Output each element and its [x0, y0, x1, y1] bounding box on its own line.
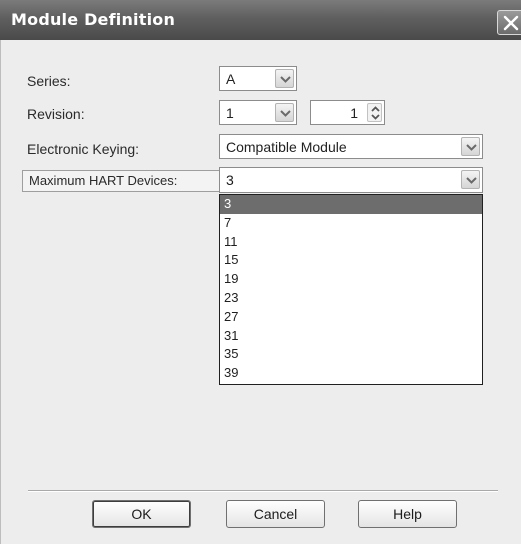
chevron-down-icon [466, 144, 477, 151]
list-item[interactable]: 11 [220, 233, 482, 252]
list-item[interactable]: 19 [220, 270, 482, 289]
close-button[interactable] [497, 10, 521, 35]
help-button[interactable]: Help [358, 500, 457, 528]
ok-button[interactable]: OK [92, 500, 191, 528]
list-item[interactable]: 35 [220, 345, 482, 364]
list-item[interactable]: 31 [220, 327, 482, 346]
window-title: Module Definition [11, 10, 176, 29]
button-separator [28, 490, 498, 492]
revision-label: Revision: [27, 106, 85, 122]
electronic-keying-label: Electronic Keying: [27, 141, 140, 157]
max-hart-devices-value: 3 [226, 172, 234, 188]
revision-major-value: 1 [226, 105, 234, 121]
series-label: Series: [27, 73, 71, 89]
list-item[interactable]: 15 [220, 251, 482, 270]
max-hart-devices-dropdown[interactable]: 3 [219, 167, 483, 193]
revision-major-dropdown-button[interactable] [275, 103, 294, 122]
list-item[interactable]: 39 [220, 364, 482, 383]
cancel-button[interactable]: Cancel [226, 500, 325, 528]
chevron-down-icon [280, 76, 291, 83]
series-dropdown[interactable]: A [219, 66, 297, 91]
list-item[interactable]: 3 [220, 195, 482, 214]
series-dropdown-button[interactable] [275, 69, 294, 88]
chevron-down-icon [466, 177, 477, 184]
spin-up-icon[interactable] [371, 106, 380, 112]
electronic-keying-dropdown[interactable]: Compatible Module [219, 134, 483, 159]
revision-minor-value: 1 [350, 105, 358, 121]
title-bar: Module Definition [0, 0, 521, 40]
chevron-down-icon [280, 110, 291, 117]
close-icon [503, 15, 519, 31]
series-value: A [226, 71, 236, 87]
max-hart-devices-label: Maximum HART Devices: [22, 170, 221, 192]
list-item[interactable]: 23 [220, 289, 482, 308]
max-hart-devices-dropdown-button[interactable] [461, 170, 480, 189]
list-item[interactable]: 27 [220, 308, 482, 327]
max-hart-devices-options-list[interactable]: 3 7 11 15 19 23 27 31 35 39 [219, 194, 483, 385]
spin-down-icon[interactable] [371, 114, 380, 120]
electronic-keying-value: Compatible Module [226, 139, 347, 155]
revision-major-dropdown[interactable]: 1 [219, 100, 297, 125]
electronic-keying-dropdown-button[interactable] [461, 137, 480, 156]
revision-minor-spinner[interactable]: 1 [310, 100, 385, 125]
revision-minor-spin-buttons[interactable] [367, 103, 382, 122]
list-item[interactable]: 7 [220, 214, 482, 233]
